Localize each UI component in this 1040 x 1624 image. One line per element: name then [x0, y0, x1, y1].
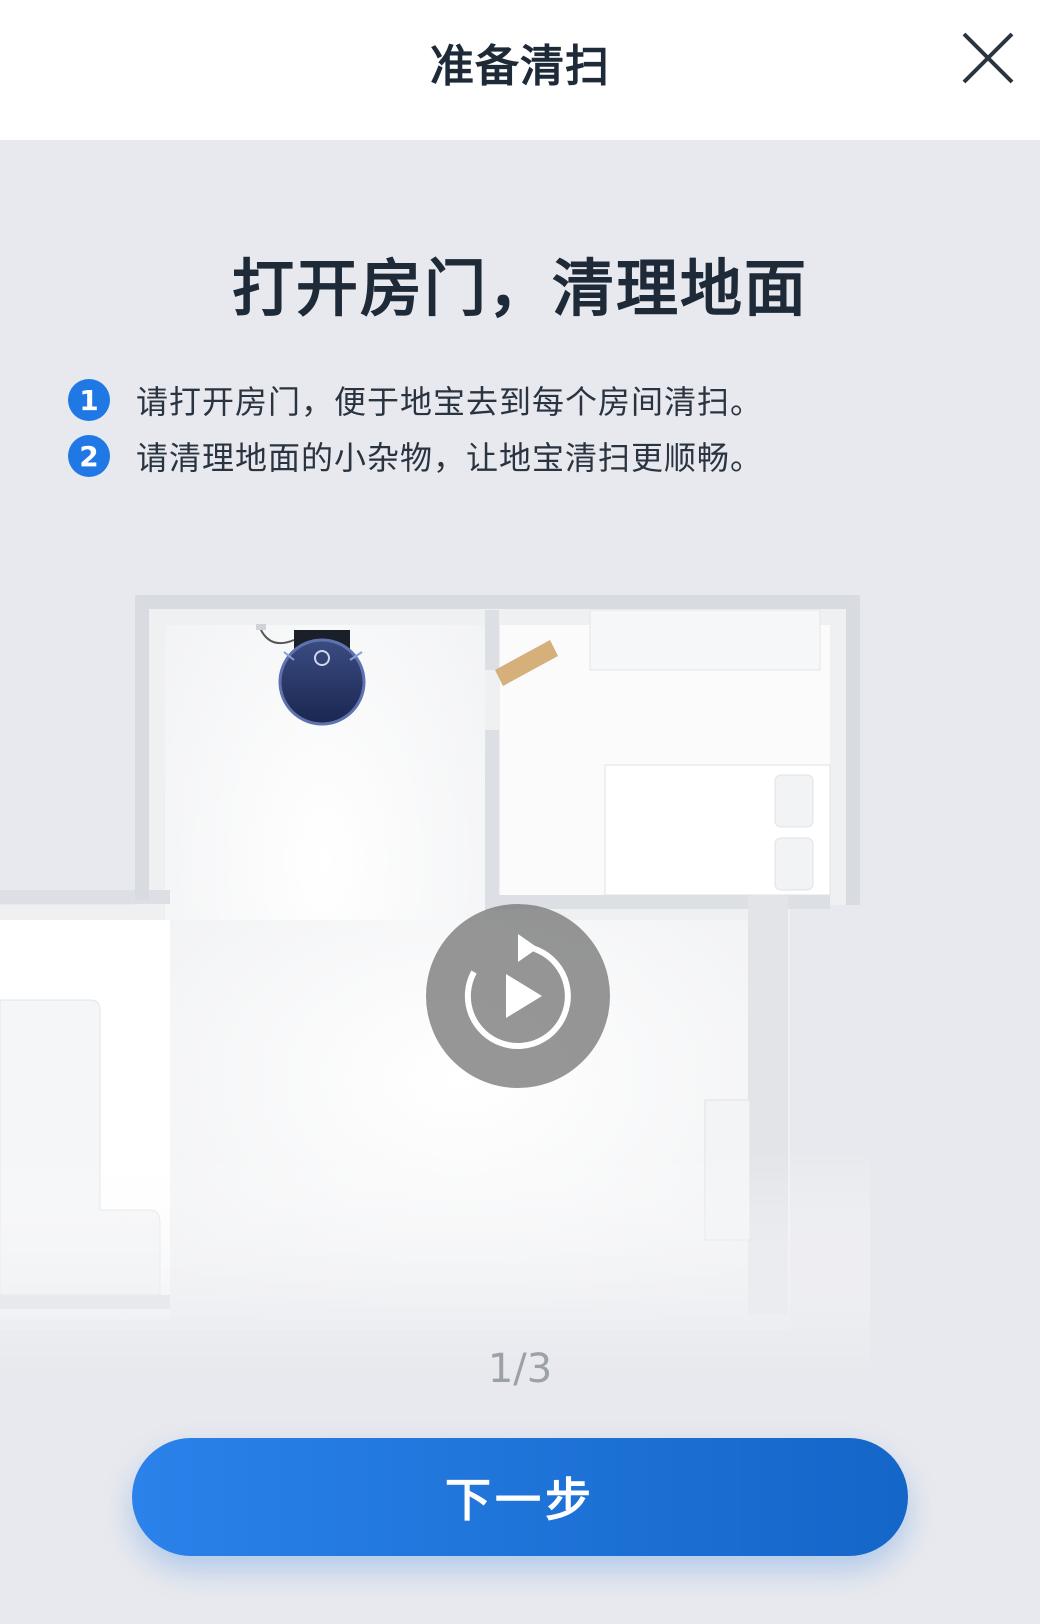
replay-icon	[464, 934, 571, 1049]
header-bar: 准备清扫	[0, 0, 1040, 140]
close-icon	[962, 32, 1014, 84]
instruction-title: 打开房门，清理地面	[231, 252, 808, 325]
close-button[interactable]	[960, 30, 1016, 86]
step-number-badge: 1	[68, 379, 110, 421]
step-text: 请打开房门，便于地宝去到每个房间清扫。	[136, 383, 764, 421]
steps-list: 1 请打开房门，便于地宝去到每个房间清扫。 2 请清理地面的小杂物，让地宝清扫更…	[68, 372, 968, 484]
step-item: 2 请清理地面的小杂物，让地宝清扫更顺畅。	[68, 428, 968, 484]
bed	[604, 764, 831, 896]
replay-button[interactable]	[426, 904, 610, 1088]
wardrobe	[589, 609, 821, 671]
step-item: 1 请打开房门，便于地宝去到每个房间清扫。	[68, 372, 968, 428]
page-indicator: 1/3	[487, 1346, 553, 1392]
next-step-button[interactable]: 下一步	[132, 1438, 908, 1556]
step-number-badge: 2	[68, 435, 110, 477]
page-title: 准备清扫	[430, 41, 610, 92]
step-text: 请清理地面的小杂物，让地宝清扫更顺畅。	[136, 439, 764, 477]
